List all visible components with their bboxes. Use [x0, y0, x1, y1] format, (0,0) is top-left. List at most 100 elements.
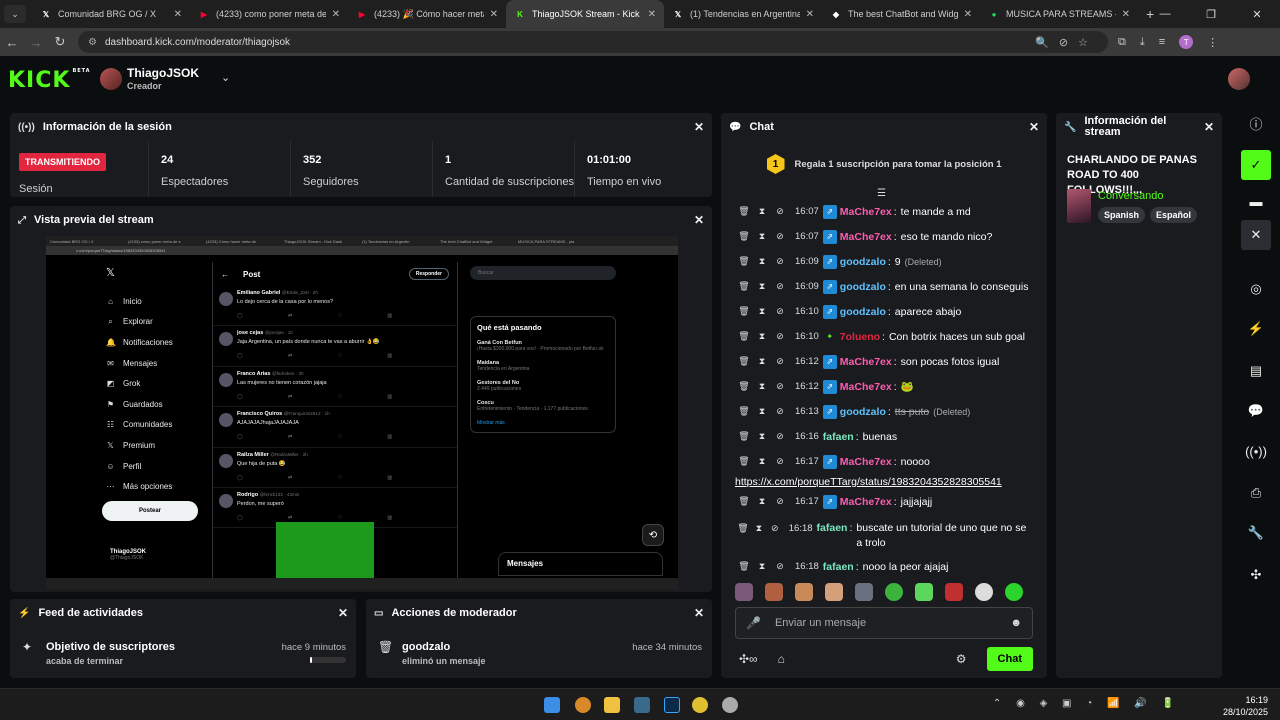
- trash-icon[interactable]: 🗑: [735, 431, 753, 442]
- timeout-icon[interactable]: ⧗: [753, 381, 771, 392]
- timeout-icon[interactable]: ⧗: [753, 331, 771, 342]
- emote-icon[interactable]: [885, 583, 903, 601]
- system-tray[interactable]: ⌃ ◉ ◈ ▣ ◔ 📶 🔊 🔋: [993, 698, 1180, 709]
- ban-icon[interactable]: ⊘: [771, 281, 789, 292]
- chat-message[interactable]: 🗑 ⧗ ⊘ 16:17 ⇗ MaChe7ex: jajjajajj: [735, 489, 1035, 514]
- ban-icon[interactable]: ⊘: [771, 561, 789, 572]
- timeout-icon[interactable]: ⧗: [753, 231, 771, 242]
- layout-icon[interactable]: ▬: [1241, 186, 1271, 216]
- chat-username[interactable]: MaChe7ex: [840, 456, 892, 468]
- close-icon[interactable]: ✕: [694, 213, 704, 227]
- channel-name[interactable]: ThiagoJSOK: [127, 66, 199, 80]
- chat-username[interactable]: fafaen: [817, 521, 848, 536]
- chat-message[interactable]: 🗑 ⧗ ⊘ 16:12 ⇗ MaChe7ex: son pocas fotos igual: [735, 349, 1035, 374]
- chat-username[interactable]: MaChe7ex: [840, 381, 892, 393]
- trash-icon[interactable]: 🗑: [735, 281, 753, 292]
- trash-icon[interactable]: 🗑: [735, 561, 753, 572]
- channel-avatar[interactable]: [100, 68, 122, 90]
- close-icon[interactable]: ✕: [694, 120, 704, 134]
- app-icon[interactable]: [722, 697, 738, 713]
- close-tab-icon[interactable]: ✕: [332, 9, 340, 20]
- maximize-button[interactable]: ❐: [1188, 0, 1234, 28]
- chat-username[interactable]: MaChe7ex: [840, 206, 892, 218]
- chrome-icon[interactable]: [692, 697, 708, 713]
- browser-tab[interactable]: ● MUSICA PARA STREAMS - play ✕: [980, 0, 1138, 28]
- category-name[interactable]: Conversando: [1098, 190, 1163, 202]
- chat-message[interactable]: 🗑 ⧗ ⊘ 16:10 ⇗ goodzalo: aparece abajo: [735, 299, 1035, 324]
- photoshop-icon[interactable]: [664, 697, 680, 713]
- trash-icon[interactable]: 🗑: [735, 521, 751, 536]
- chat-message[interactable]: 🗑 ⧗ ⊘ 16:18 fafaen: nooo la peor ajajaj: [735, 554, 1035, 579]
- kick-logo[interactable]: KICK BETA: [8, 68, 91, 93]
- back-button[interactable]: ←: [0, 35, 24, 50]
- timeout-icon[interactable]: ⧗: [753, 496, 771, 507]
- camera-icon[interactable]: ◎: [1241, 274, 1271, 304]
- emote-icon[interactable]: [945, 583, 963, 601]
- chat-username[interactable]: MaChe7ex: [840, 356, 892, 368]
- ban-icon[interactable]: ⊘: [771, 231, 789, 242]
- chat-username[interactable]: MaChe7ex: [840, 496, 892, 508]
- menu-icon[interactable]: ⋮: [1207, 36, 1218, 49]
- close-tab-icon[interactable]: ✕: [174, 9, 182, 20]
- emote-icon[interactable]: [1005, 583, 1023, 601]
- emoji-icon[interactable]: ☻: [1010, 617, 1022, 629]
- gear-icon[interactable]: ⚙: [956, 652, 967, 666]
- browser-tab[interactable]: ▶ (4233) 🎉 Cómo hacer meta de ✕: [348, 0, 506, 28]
- emote-icon[interactable]: [795, 583, 813, 601]
- chat-message[interactable]: 🗑 ⧗ ⊘ 16:07 ⇗ MaChe7ex: te mande a md: [735, 199, 1035, 224]
- rotate-icon[interactable]: ⟲: [642, 524, 664, 546]
- browser-tab[interactable]: ▶ (4233) como poner meta de sub ✕: [190, 0, 348, 28]
- stream-video[interactable]: Comunidad BRG OG / X (4233) como poner me…: [46, 236, 678, 590]
- wrench-icon[interactable]: 🔧: [1241, 518, 1271, 548]
- chat-username[interactable]: goodzalo: [840, 306, 886, 318]
- trash-icon[interactable]: 🗑: [735, 231, 753, 242]
- app-icon[interactable]: [575, 697, 591, 713]
- windows-start-icon[interactable]: [544, 697, 560, 713]
- store-icon[interactable]: ⌂: [778, 652, 785, 666]
- chat-username[interactable]: 7olueno: [840, 331, 880, 343]
- ban-icon[interactable]: ⊘: [771, 431, 789, 442]
- timeout-icon[interactable]: ⧗: [753, 281, 771, 292]
- emote-icon[interactable]: [765, 583, 783, 601]
- chat-username[interactable]: goodzalo: [840, 256, 886, 268]
- reading-list-icon[interactable]: ≡: [1159, 36, 1165, 48]
- mic-icon[interactable]: 🎤: [746, 616, 761, 630]
- app-icon[interactable]: [634, 697, 650, 713]
- close-icon[interactable]: ✕: [694, 606, 704, 620]
- forward-button[interactable]: →: [24, 35, 48, 50]
- chat-username[interactable]: MaChe7ex: [840, 231, 892, 243]
- points-icon[interactable]: ✣∞: [739, 652, 758, 666]
- close-icon[interactable]: ✕: [1241, 220, 1271, 250]
- modact-item[interactable]: 🗑 goodzalo eliminó un mensaje hace 34 mi…: [374, 635, 702, 666]
- close-icon[interactable]: ✕: [1204, 121, 1214, 133]
- timeout-icon[interactable]: ⧗: [753, 431, 771, 442]
- browser-tab[interactable]: 𝕏 (1) Tendencias en Argentina en ✕: [664, 0, 822, 28]
- trash-icon[interactable]: 🗑: [735, 256, 753, 267]
- timeout-icon[interactable]: ⧗: [753, 456, 771, 467]
- chat-input[interactable]: 🎤 Enviar un mensaje ☻: [735, 607, 1033, 639]
- ban-icon[interactable]: ⊘: [771, 306, 789, 317]
- send-chat-button[interactable]: Chat: [986, 647, 1033, 671]
- category-thumbnail[interactable]: [1067, 189, 1091, 223]
- minimize-button[interactable]: —: [1142, 0, 1188, 28]
- user-avatar[interactable]: [1228, 68, 1250, 90]
- printer-icon[interactable]: ⎙: [1241, 478, 1271, 508]
- pinned-leaderboard[interactable]: 1 Regala 1 suscripción para tomar la pos…: [721, 149, 1047, 179]
- feed-item[interactable]: ✦ Objetivo de suscriptores acaba de term…: [18, 635, 346, 666]
- timeout-icon[interactable]: ⧗: [753, 356, 771, 367]
- ban-icon[interactable]: ⊘: [771, 406, 789, 417]
- ban-icon[interactable]: ⊘: [771, 256, 789, 267]
- chat-message[interactable]: 🗑 ⧗ ⊘ 16:13 ⇗ goodzalo: tts puto (Deleted): [735, 399, 1035, 424]
- extensions-icon[interactable]: ⧉: [1118, 36, 1126, 49]
- ban-icon[interactable]: ⊘: [771, 331, 789, 342]
- chat-username[interactable]: fafaen: [823, 431, 854, 443]
- chat-username[interactable]: goodzalo: [840, 281, 886, 293]
- chat-message[interactable]: 🗑 ⧗ ⊘ 16:12 ⇗ MaChe7ex: 🐸: [735, 374, 1035, 399]
- chat-link-text[interactable]: https://x.com/porqueTTarg/status/1983204…: [735, 476, 1002, 488]
- download-icon[interactable]: ⤓: [1140, 36, 1145, 49]
- chat-username[interactable]: fafaen: [823, 561, 854, 573]
- chat-message[interactable]: 🗑 ⧗ ⊘ 16:07 ⇗ MaChe7ex: eso te mando nico?: [735, 224, 1035, 249]
- trash-icon[interactable]: 🗑: [735, 306, 753, 317]
- ban-icon[interactable]: ⊘: [767, 521, 783, 536]
- close-icon[interactable]: ✕: [338, 606, 348, 620]
